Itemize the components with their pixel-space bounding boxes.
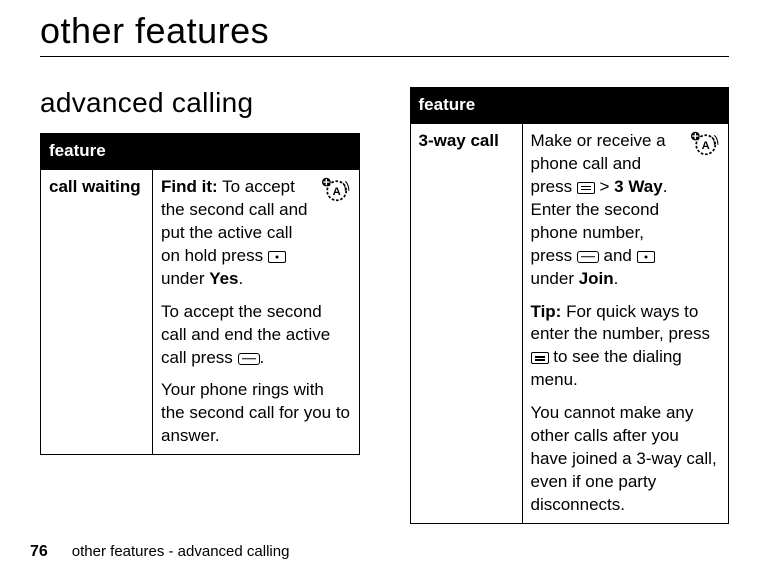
paragraph: To accept the second call and end the ac… [161, 301, 351, 370]
menu-key-icon [531, 352, 549, 364]
row-label: 3-way call [410, 123, 522, 523]
page-title: other features [40, 10, 729, 52]
page-footer: 76 other features - advanced calling [30, 543, 289, 561]
svg-text:A: A [332, 186, 340, 198]
row-content: A Find it: To accept the second call and… [153, 169, 360, 454]
find-it-label: Find it: [161, 177, 218, 196]
paragraph: You cannot make any other calls after yo… [531, 402, 721, 517]
content-columns: advanced calling feature call waiting A [40, 87, 729, 524]
tip-label: Tip: [531, 302, 562, 321]
carrier-dependent-icon: A [688, 130, 720, 156]
row-content: A Make or receive a phone call and press [522, 123, 729, 523]
table-header: feature [410, 88, 729, 124]
ui-label-yes: Yes [209, 269, 238, 288]
feature-table-left: feature call waiting A [40, 133, 360, 455]
send-key-icon [577, 251, 599, 263]
softkey-dot-icon [268, 251, 286, 263]
ui-label-3way: 3 Way [614, 177, 663, 196]
text: . [260, 348, 265, 367]
svg-text:A: A [702, 140, 710, 152]
table-row: 3-way call A [410, 123, 729, 523]
row-label: call waiting [41, 169, 153, 454]
section-heading: advanced calling [40, 87, 360, 119]
end-key-icon [238, 353, 260, 365]
paragraph: Tip: For quick ways to enter the number,… [531, 301, 721, 393]
text: > [595, 177, 614, 196]
title-rule [40, 56, 729, 57]
text: under [531, 269, 579, 288]
text: and [599, 246, 637, 265]
text: . [239, 269, 244, 288]
feature-table-right: feature 3-way call A [410, 87, 730, 524]
page-number: 76 [30, 543, 48, 560]
text: . [614, 269, 619, 288]
right-column: feature 3-way call A [410, 87, 730, 524]
ui-label-join: Join [579, 269, 614, 288]
text: to see the dialing menu. [531, 347, 682, 389]
text: under [161, 269, 209, 288]
paragraph: Your phone rings with the second call fo… [161, 379, 351, 448]
table-header: feature [41, 134, 360, 170]
carrier-dependent-icon: A [319, 176, 351, 202]
menu-key-icon [577, 182, 595, 194]
footer-text: other features - advanced calling [72, 543, 290, 560]
left-column: advanced calling feature call waiting A [40, 87, 360, 455]
softkey-dot-icon [637, 251, 655, 263]
table-row: call waiting A [41, 169, 360, 454]
